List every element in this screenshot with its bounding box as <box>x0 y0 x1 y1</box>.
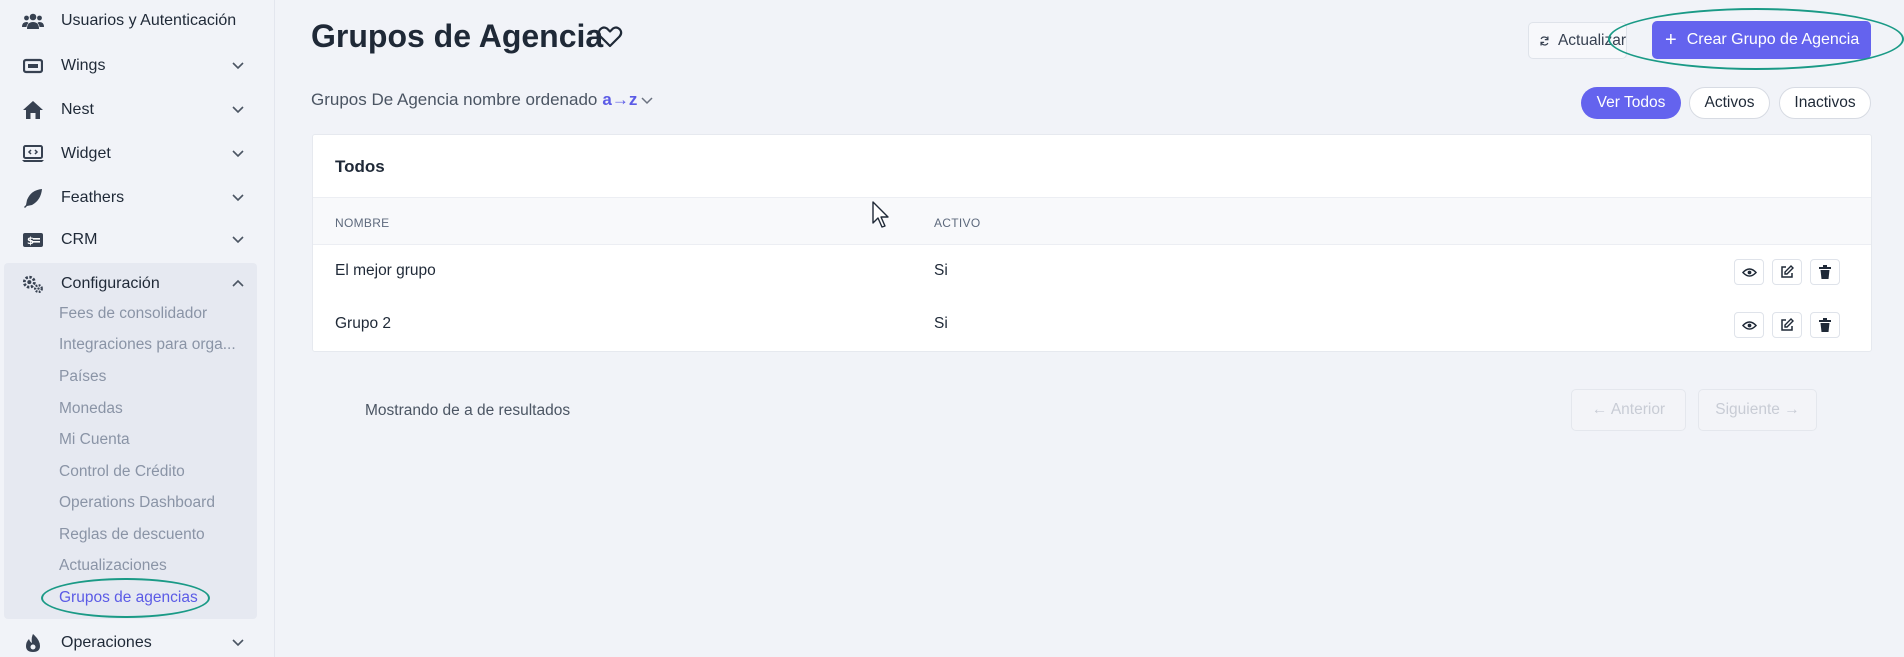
view-button[interactable] <box>1734 312 1764 338</box>
highlight-ring <box>41 578 210 618</box>
submenu-item-paises[interactable]: Países <box>59 368 106 386</box>
delete-button[interactable] <box>1810 312 1840 338</box>
column-header-activo[interactable]: ACTIVO <box>934 216 980 230</box>
submenu-item-control-credito[interactable]: Control de Crédito <box>59 463 185 481</box>
chevron-down-icon <box>232 236 244 244</box>
cogs-icon <box>22 273 44 295</box>
eye-icon <box>1741 320 1757 330</box>
submenu-item-fees[interactable]: Fees de consolidador <box>59 305 207 323</box>
sidebar-item-label: Nest <box>61 101 94 118</box>
users-icon <box>22 10 44 32</box>
refresh-icon <box>1540 35 1549 46</box>
sidebar: Usuarios y Autenticación Wings Nest Widg… <box>0 0 275 657</box>
sidebar-item-label: Configuración <box>61 275 160 292</box>
sidebar-item-usuarios[interactable]: Usuarios y Autenticación <box>4 1 257 41</box>
submenu-item-monedas[interactable]: Monedas <box>59 400 123 418</box>
next-page-button[interactable]: Siguiente → <box>1698 389 1817 431</box>
heart-icon[interactable] <box>597 25 623 49</box>
filter-inactivos[interactable]: Inactivos <box>1779 87 1871 119</box>
edit-button[interactable] <box>1772 312 1802 338</box>
submenu-item-integraciones[interactable]: Integraciones para orga... <box>59 336 236 354</box>
money-icon: $ <box>22 229 44 251</box>
cell-activo: Si <box>934 262 948 279</box>
cell-activo: Si <box>934 315 948 332</box>
sidebar-item-configuracion[interactable]: Configuración <box>4 264 257 304</box>
groups-table-card: Todos NOMBRE ACTIVO El mejor grupo Si Gr… <box>312 134 1872 352</box>
eye-icon <box>1741 267 1757 277</box>
edit-icon <box>1781 265 1794 278</box>
edit-button[interactable] <box>1772 259 1802 285</box>
submenu-item-mi-cuenta[interactable]: Mi Cuenta <box>59 431 130 449</box>
sidebar-item-nest[interactable]: Nest <box>4 90 257 130</box>
chevron-down-icon <box>232 639 244 647</box>
trash-icon <box>1819 265 1831 279</box>
sidebar-item-label: Wings <box>61 57 106 74</box>
sidebar-item-label: Usuarios y Autenticación <box>61 12 237 29</box>
trash-icon <box>1819 318 1831 332</box>
sidebar-item-crm[interactable]: $ CRM <box>4 220 257 260</box>
sort-key[interactable]: a→z <box>602 90 637 110</box>
sidebar-item-wings[interactable]: Wings <box>4 46 257 86</box>
sidebar-item-label: Widget <box>61 145 111 162</box>
submenu-item-reglas-descuento[interactable]: Reglas de descuento <box>59 526 205 544</box>
sort-prefix: Grupos De Agencia nombre ordenado <box>311 90 598 109</box>
page-title: Grupos de Agencia <box>311 18 604 54</box>
filter-activos[interactable]: Activos <box>1689 87 1770 119</box>
card-title: Todos <box>335 157 385 176</box>
sidebar-item-label: CRM <box>61 231 98 248</box>
chevron-down-icon <box>232 150 244 158</box>
chevron-down-icon <box>232 62 244 70</box>
card-icon <box>22 55 44 77</box>
cell-nombre: Grupo 2 <box>335 315 392 332</box>
sidebar-item-widget[interactable]: Widget <box>4 134 257 174</box>
sidebar-item-feathers[interactable]: Feathers <box>4 178 257 218</box>
view-button[interactable] <box>1734 259 1764 285</box>
chevron-down-icon <box>232 194 244 202</box>
feather-icon <box>22 187 44 209</box>
delete-button[interactable] <box>1810 259 1840 285</box>
chevron-up-icon <box>232 279 244 287</box>
fire-icon <box>22 632 44 654</box>
sidebar-item-operaciones[interactable]: Operaciones <box>4 623 257 657</box>
home-icon <box>22 99 44 121</box>
prev-page-button[interactable]: ← Anterior <box>1571 389 1686 431</box>
mouse-cursor-icon <box>872 201 889 228</box>
cell-nombre: El mejor grupo <box>335 262 436 279</box>
column-header-nombre[interactable]: NOMBRE <box>335 216 389 230</box>
submenu-item-operations-dashboard[interactable]: Operations Dashboard <box>59 494 215 512</box>
table-header: NOMBRE ACTIVO <box>313 197 1871 245</box>
svg-text:$: $ <box>27 236 34 247</box>
pagination-summary: Mostrando de a de resultados <box>365 402 571 419</box>
chevron-down-icon <box>232 106 244 114</box>
highlight-ring <box>1608 8 1904 70</box>
sidebar-item-label: Operaciones <box>61 634 152 651</box>
filter-ver-todos[interactable]: Ver Todos <box>1581 87 1681 119</box>
sidebar-item-label: Feathers <box>61 189 125 206</box>
chevron-down-icon <box>641 97 653 105</box>
sort-control[interactable]: Grupos De Agencia nombre ordenado a→z <box>311 90 653 110</box>
submenu-item-actualizaciones[interactable]: Actualizaciones <box>59 557 167 575</box>
widget-icon <box>22 143 44 165</box>
edit-icon <box>1781 318 1794 331</box>
